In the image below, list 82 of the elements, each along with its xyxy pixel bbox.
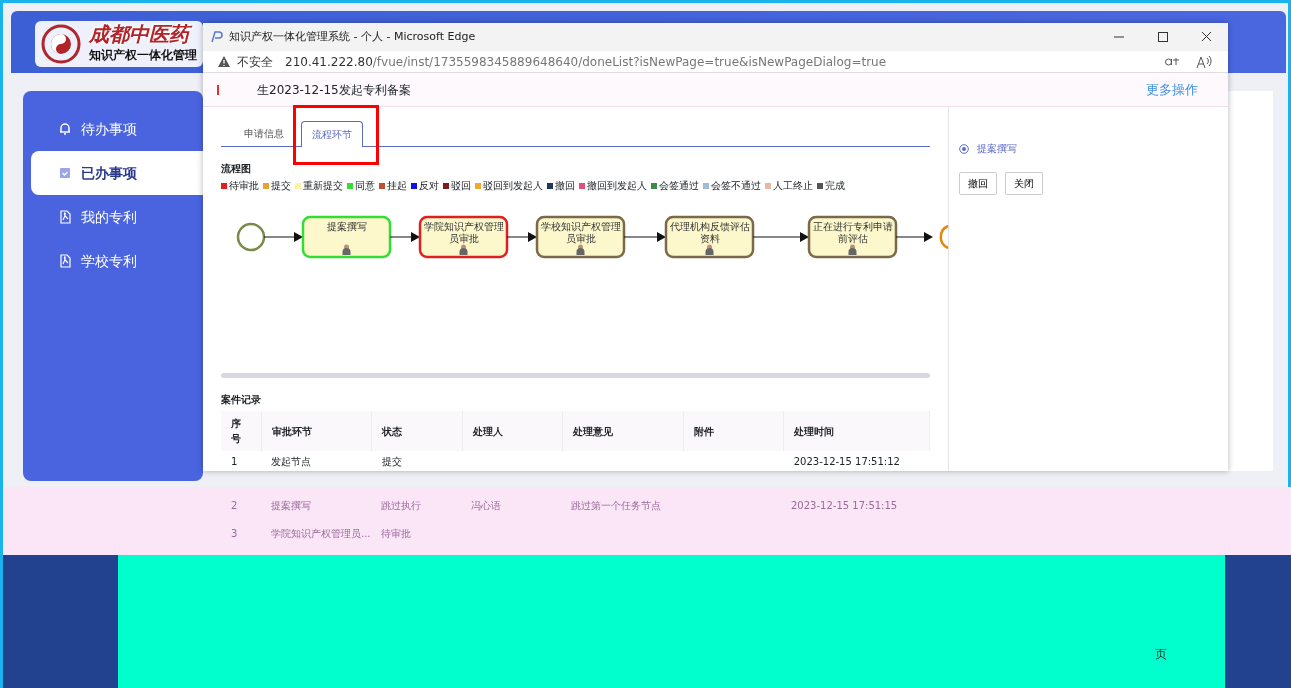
legend-item: 待审批 [221,178,259,193]
flow-arrow [506,232,537,242]
legend-item: 重新提交 [295,178,343,193]
person-icon [576,244,585,255]
flow-arrow [263,232,303,242]
legend-item: 会签通过 [651,178,699,193]
emblem-icon [41,24,81,64]
column-header: 状态 [371,411,463,451]
radio-icon[interactable] [959,143,969,154]
system-subtitle: 知识产权一体化管理 [89,47,197,64]
page-title: 生2023-12-15发起专利备案 [257,81,411,99]
column-header: 附件 [683,411,784,451]
warning-icon [217,55,231,68]
table-cell-text: 跳过第一个任务节点 [570,498,662,513]
column-header: 处理时间 [783,411,930,451]
page-label: 页 [1155,646,1167,663]
document-icon [57,209,73,225]
tab[interactable]: 申请信息 [233,120,295,146]
column-header: 处理意见 [562,411,684,451]
close-icon [1199,31,1213,43]
document-icon [57,253,73,269]
flow-arrow [623,232,666,242]
radio-option[interactable]: 提案撰写 [959,141,1218,156]
legend-item: 同意 [347,178,375,193]
person-icon [459,244,468,255]
flow-node[interactable]: 学校知识产权管理 员审批 [535,215,626,259]
table-cell: 1 [221,451,262,472]
person-icon [848,244,857,255]
table-cell-text: 冯心语 [470,498,502,513]
legend-item: 撤回到发起人 [579,178,647,193]
end-event [939,224,949,250]
address-url[interactable]: 210.41.222.80/fvue/inst/1735598345889648640/doneList?isNewPage=true&isNewPageDialog=true [285,52,887,71]
table-cell-text: 3 [230,526,239,541]
column-header: 序号 [221,411,262,451]
table-cell: 提交 [371,451,463,472]
sidebar-item[interactable]: 已办事项 [31,151,203,195]
action-button[interactable]: 关闭 [1005,172,1043,195]
flow-node[interactable]: 代理机构反馈评估 资料 [664,215,755,259]
table-cell: 发起节点 [261,451,372,472]
flow-arrow [752,232,809,242]
section-title: 案件记录 [221,393,262,407]
maximize-icon [1155,31,1169,43]
tab[interactable]: 流程环节 [301,121,363,147]
legend-item: 反对 [411,178,439,193]
scrollbar[interactable] [221,373,930,378]
read-aloud-icon[interactable] [1196,54,1212,69]
start-event [236,222,266,252]
legend-item: 驳回 [443,178,471,193]
table-cell-text: 提案撰写 [270,498,312,513]
flow-node[interactable]: 学院知识产权管理 员审批 [418,215,509,259]
legend-item: 驳回到发起人 [475,178,543,193]
legend-item: 提交 [263,178,291,193]
bell-icon [57,121,73,137]
table-cell-text: 2023-12-15 17:51:15 [790,498,899,513]
table-cell-text: 2 [230,498,239,513]
section-title: 流程图 [221,162,252,176]
legend-item: 人工终止 [765,178,813,193]
flow-node[interactable]: 正在进行专利申请 前评估 [807,215,898,259]
table-cell-text: 待审批 [380,526,412,541]
person-icon [342,244,351,255]
security-label: 不安全 [237,53,273,71]
table-cell: 2023-12-15 17:51:12 [783,451,930,472]
column-header: 审批环节 [261,411,372,451]
window-title: 知识产权一体化管理系统 - 个人 - Microsoft Edge [229,28,476,45]
table-cell-text: 跳过执行 [380,498,422,513]
legend-item: 撤回 [547,178,575,193]
legend-item: 挂起 [379,178,407,193]
table-cell-text: 学院知识产权管理员... [270,526,371,541]
flow-arrow [895,232,933,242]
sidebar-item[interactable]: 待办事项 [31,107,203,151]
legend-item: 完成 [817,178,845,193]
app-icon [209,30,223,44]
person-icon [705,244,714,255]
marker-bar [217,84,219,95]
calendar-icon [57,165,73,181]
flow-node[interactable]: 提案撰写 [301,215,392,259]
legend-item: 会签不通过 [703,178,761,193]
action-button[interactable]: 撤回 [959,172,997,195]
sidebar-item[interactable]: 学校专利 [31,239,203,283]
sidebar-item[interactable]: 我的专利 [31,195,203,239]
column-header: 处理人 [462,411,563,451]
flow-arrow [389,232,420,242]
